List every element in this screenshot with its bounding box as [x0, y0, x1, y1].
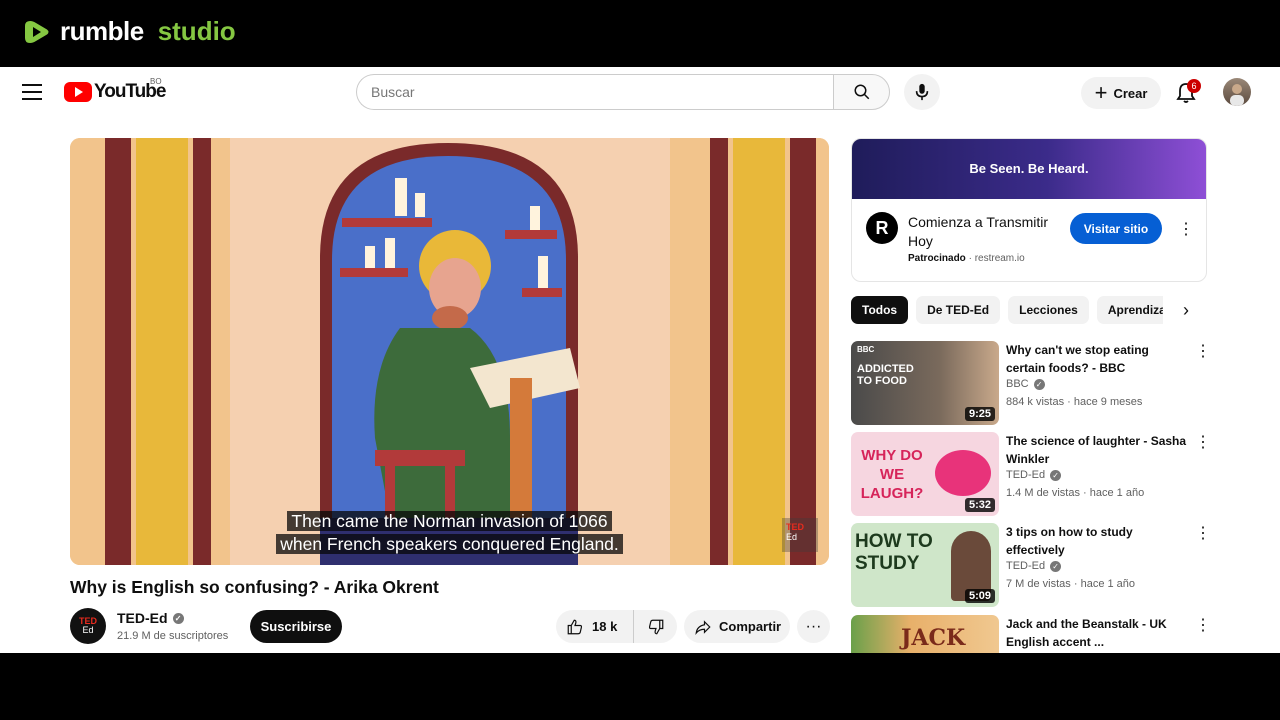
more-options-icon[interactable]: ⋮ [1195, 432, 1211, 452]
ted-ed-watermark: TED Ed [782, 518, 818, 552]
advertiser-logo: R [866, 212, 898, 244]
like-dislike-group: 18 k [556, 610, 677, 643]
verified-icon: ✓ [1050, 560, 1062, 572]
caption-line-2: when French speakers conquered England. [70, 533, 829, 556]
ad-meta: Patrocinado · restream.io [908, 253, 1025, 264]
video-thumbnail[interactable]: HOW TO STUDY 5:09 [851, 523, 999, 607]
recommendation-item[interactable]: BBC ADDICTED TO FOOD 9:25 Why can't we s… [851, 341, 1211, 425]
ad-options-icon[interactable]: ⋮ [1178, 219, 1194, 239]
chip-todos[interactable]: Todos [851, 296, 909, 324]
video-thumbnail[interactable]: BBC ADDICTED TO FOOD 9:25 [851, 341, 999, 425]
video-player[interactable]: Then came the Norman invasion of 1066 wh… [70, 138, 829, 565]
notifications-badge: 6 [1187, 79, 1201, 93]
recommendation-title[interactable]: Why can't we stop eating certain foods? … [1006, 341, 1191, 377]
youtube-play-icon [64, 82, 92, 102]
video-thumbnail[interactable]: WHY DO WE LAUGH? 5:32 [851, 432, 999, 516]
duration-badge: 5:32 [964, 498, 995, 512]
youtube-logo[interactable]: YouTube BO [64, 77, 166, 103]
thumbnail-text: ADDICTED TO FOOD [857, 363, 914, 387]
share-label: Compartir [719, 619, 782, 634]
more-options-icon[interactable]: ⋮ [1195, 615, 1211, 635]
sponsored-ad-card[interactable]: Be Seen. Be Heard. R Comienza a Transmit… [851, 138, 1207, 282]
more-options-icon[interactable]: ⋮ [1195, 523, 1211, 543]
channel-avatar[interactable]: TED Ed [70, 608, 106, 644]
rumble-studio-header: rumble studio [0, 0, 1280, 67]
recommendation-meta: 7 M de vistas · hace 1 año [1006, 578, 1136, 590]
caption-line-1: Then came the Norman invasion of 1066 [70, 510, 829, 533]
create-button[interactable]: + Crear [1081, 77, 1161, 109]
thumbnail-text: WHY DO WE LAUGH? [860, 447, 924, 502]
video-thumbnail[interactable]: JACK [851, 615, 999, 653]
rumble-studio-logo: rumble studio [22, 16, 236, 47]
chevron-right-icon[interactable]: › [1176, 299, 1196, 321]
recommendation-channel: TED-Ed ✓ [1006, 560, 1062, 572]
filter-chips: Todos De TED-Ed Lecciones Aprendizaje [851, 296, 1163, 324]
recommendation-item[interactable]: HOW TO STUDY 5:09 3 tips on how to study… [851, 523, 1211, 607]
recommendation-meta: 1.4 M de vistas · hace 1 año [1006, 487, 1145, 499]
chip-aprendizaje[interactable]: Aprendizaje [1096, 296, 1163, 324]
subscribe-button[interactable]: Suscribirse [250, 610, 342, 643]
youtube-page: YouTube BO + Crear 6 [0, 67, 1280, 653]
account-avatar[interactable] [1223, 78, 1251, 106]
thumbnail-graphic [935, 450, 991, 496]
voice-search-button[interactable] [904, 74, 940, 110]
bbc-badge: BBC [857, 345, 875, 354]
dislike-button[interactable] [634, 610, 677, 643]
chip-lecciones[interactable]: Lecciones [1008, 296, 1089, 324]
more-actions-button[interactable]: ··· [797, 610, 830, 643]
rumble-play-icon [25, 20, 49, 43]
share-button[interactable]: Compartir [684, 610, 790, 643]
video-frame-illustration [70, 138, 829, 565]
duration-badge: 5:09 [964, 589, 995, 603]
sponsored-label: Patrocinado [908, 253, 966, 264]
search-icon [854, 84, 869, 100]
thumbs-down-icon [648, 619, 663, 634]
channel-name[interactable]: TED-Ed ✓ [117, 610, 184, 626]
microphone-icon [915, 83, 929, 101]
search-input[interactable] [357, 75, 834, 109]
search-button[interactable] [833, 74, 890, 110]
verified-icon: ✓ [1050, 469, 1062, 481]
recommendation-meta: 884 k vistas · hace 9 meses [1006, 396, 1143, 408]
recommendation-item[interactable]: WHY DO WE LAUGH? 5:32 The science of lau… [851, 432, 1211, 516]
plus-icon: + [1094, 80, 1108, 105]
ad-domain: restream.io [974, 253, 1025, 264]
subscriber-count: 21.9 M de suscriptores [117, 630, 229, 642]
ad-banner[interactable]: Be Seen. Be Heard. [852, 139, 1206, 199]
recommendation-title[interactable]: Jack and the Beanstalk - UK English acce… [1006, 615, 1191, 651]
thumbs-up-icon [567, 619, 583, 634]
create-label: Crear [1113, 85, 1148, 101]
menu-icon[interactable] [22, 84, 42, 100]
country-code: BO [150, 77, 162, 86]
recommendation-channel: TED-Ed ✓ [1006, 469, 1062, 481]
more-options-icon[interactable]: ⋮ [1195, 341, 1211, 361]
share-arrow-icon [695, 619, 711, 635]
like-count: 18 k [592, 619, 618, 634]
like-button[interactable]: 18 k [556, 610, 634, 643]
video-title: Why is English so confusing? - Arika Okr… [70, 577, 439, 597]
thumbnail-text: JACK [901, 625, 966, 651]
search-box [356, 74, 834, 110]
bottom-letterbox [0, 653, 1280, 720]
studio-wordmark: studio [157, 16, 236, 46]
verified-icon: ✓ [172, 612, 184, 624]
duration-badge: 9:25 [964, 407, 995, 421]
recommendation-item[interactable]: JACK Jack and the Beanstalk - UK English… [851, 615, 1211, 653]
masthead: YouTube BO + Crear 6 [0, 67, 1280, 117]
recommendation-title[interactable]: 3 tips on how to study effectively [1006, 523, 1191, 559]
rumble-wordmark: rumble [60, 16, 144, 46]
verified-icon: ✓ [1033, 378, 1045, 390]
ad-title[interactable]: Comienza a Transmitir Hoy [908, 213, 1068, 251]
recommendation-channel: BBC ✓ [1006, 378, 1045, 390]
thumbnail-text: HOW TO STUDY [855, 531, 933, 574]
recommendation-title[interactable]: The science of laughter - Sasha Winkler [1006, 432, 1191, 468]
chip-de-ted-ed[interactable]: De TED-Ed [916, 296, 1001, 324]
visit-site-button[interactable]: Visitar sitio [1070, 213, 1162, 244]
ad-banner-text: Be Seen. Be Heard. [969, 161, 1089, 176]
